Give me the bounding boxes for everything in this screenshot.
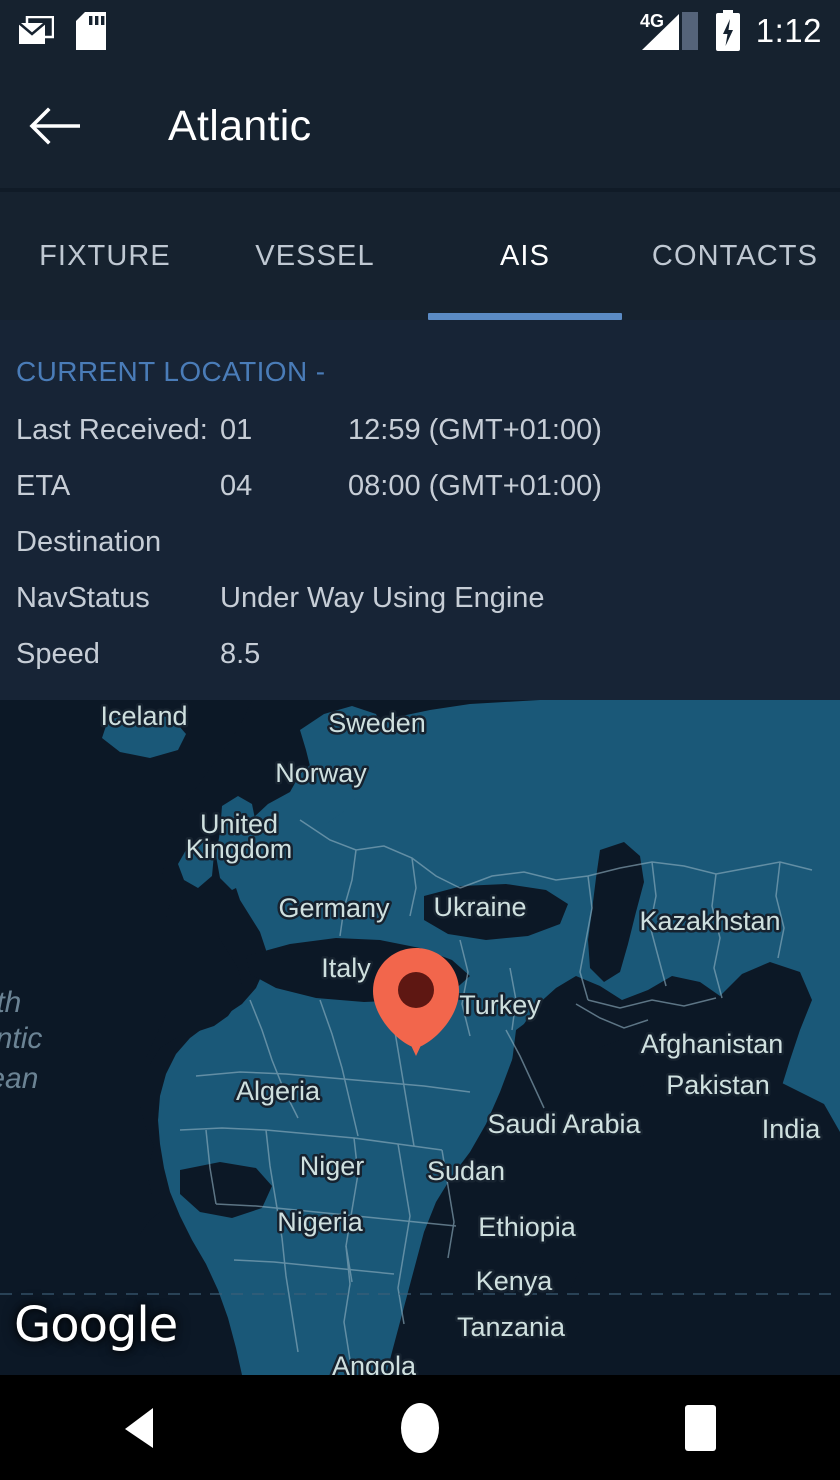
svg-text:North: North [0, 986, 21, 1019]
app-bar: Atlantic [0, 62, 840, 190]
svg-text:India: India [762, 1114, 822, 1144]
svg-text:Germany: Germany [278, 893, 390, 923]
svg-text:Kingdom: Kingdom [186, 834, 293, 864]
status-bar-left-icons [18, 12, 106, 50]
tab-bar: FIXTURE VESSEL AIS CONTACTS [0, 192, 840, 320]
info-row-eta: ETA 04 08:00 (GMT+01:00) [16, 470, 824, 526]
status-bar: 4G 1:12 [0, 0, 840, 62]
svg-text:Norway: Norway [275, 758, 367, 788]
nav-recents-button[interactable] [625, 1375, 775, 1480]
info-row-navstatus: NavStatus Under Way Using Engine [16, 582, 824, 638]
svg-text:Angola: Angola [332, 1351, 417, 1375]
mail-icon [18, 16, 54, 44]
tab-ais-label: AIS [499, 239, 551, 272]
marker-center-dot [398, 972, 434, 1008]
info-label: Last Received: [16, 414, 208, 446]
info-value: Under Way Using Engine [220, 582, 545, 614]
tab-vessel-label: VESSEL [255, 239, 375, 272]
google-attribution: Google [14, 1297, 178, 1353]
recents-square-icon [685, 1404, 716, 1451]
tab-fixture-label: FIXTURE [39, 239, 171, 272]
info-value-time: 12:59 (GMT+01:00) [348, 414, 602, 446]
arrow-back-icon [29, 107, 80, 145]
info-label: Speed [16, 638, 100, 670]
info-value-day: 01 [220, 414, 253, 446]
svg-text:Turkey: Turkey [459, 990, 541, 1020]
svg-text:Pakistan: Pakistan [666, 1070, 770, 1100]
svg-text:Iceland: Iceland [100, 701, 187, 731]
tab-contacts-label: CONTACTS [651, 239, 819, 272]
phone-screen: 4G 1:12 Atlantic FIXTURE VESSEL AIS CONT… [0, 0, 840, 1480]
svg-text:Italy: Italy [321, 953, 371, 983]
svg-text:Ocean: Ocean [0, 1062, 38, 1095]
current-location-title: CURRENT LOCATION - [16, 356, 326, 387]
svg-text:Atlantic: Atlantic [0, 1022, 42, 1055]
svg-text:Sweden: Sweden [328, 708, 426, 738]
status-bar-clock: 1:12 [755, 12, 822, 49]
info-label: ETA [16, 470, 71, 502]
svg-text:Saudi Arabia: Saudi Arabia [487, 1109, 641, 1139]
map-canvas: North Atlantic Ocean Iceland Sweden Norw… [0, 700, 840, 1375]
info-label: NavStatus [16, 582, 150, 614]
svg-text:Ukraine: Ukraine [433, 892, 526, 922]
nav-home-button[interactable] [345, 1375, 495, 1480]
sd-card-icon [76, 12, 106, 50]
network-type-label: 4G [640, 11, 664, 31]
info-value-day: 04 [220, 470, 253, 502]
tab-ais[interactable]: AIS [420, 192, 630, 320]
tab-fixture[interactable]: FIXTURE [0, 192, 210, 320]
ais-info-panel: CURRENT LOCATION - Last Received: 01 12:… [0, 320, 840, 700]
svg-text:Kazakhstan: Kazakhstan [639, 906, 780, 936]
map-view[interactable]: North Atlantic Ocean Iceland Sweden Norw… [0, 700, 840, 1375]
home-circle-icon [401, 1402, 439, 1453]
svg-text:Afghanistan: Afghanistan [641, 1029, 784, 1059]
svg-text:Niger: Niger [300, 1151, 365, 1181]
svg-text:Nigeria: Nigeria [277, 1207, 364, 1237]
svg-text:Tanzania: Tanzania [457, 1312, 566, 1342]
nav-back-button[interactable] [65, 1375, 215, 1480]
info-label: Destination [16, 526, 162, 558]
svg-text:Ethiopia: Ethiopia [478, 1212, 577, 1242]
signal-4g-icon: 4G [640, 11, 698, 50]
svg-text:Kenya: Kenya [476, 1266, 554, 1296]
status-bar-right-icons: 4G 1:12 [638, 10, 822, 52]
tab-indicator-active [428, 313, 622, 320]
android-nav-bar [0, 1375, 840, 1480]
info-row-last-received: Last Received: 01 12:59 (GMT+01:00) [16, 414, 824, 470]
back-triangle-icon [125, 1407, 153, 1448]
svg-text:Sudan: Sudan [427, 1156, 505, 1186]
info-row-speed: Speed 8.5 [16, 638, 824, 694]
page-title: Atlantic [168, 101, 312, 150]
info-value-time: 08:00 (GMT+01:00) [348, 470, 602, 502]
info-value: 8.5 [220, 638, 261, 670]
back-button[interactable] [0, 62, 110, 190]
svg-text:Algeria: Algeria [236, 1076, 321, 1106]
info-row-destination: Destination [16, 526, 824, 582]
tab-vessel[interactable]: VESSEL [210, 192, 420, 320]
tab-contacts[interactable]: CONTACTS [630, 192, 840, 320]
battery-charging-icon [715, 10, 740, 51]
